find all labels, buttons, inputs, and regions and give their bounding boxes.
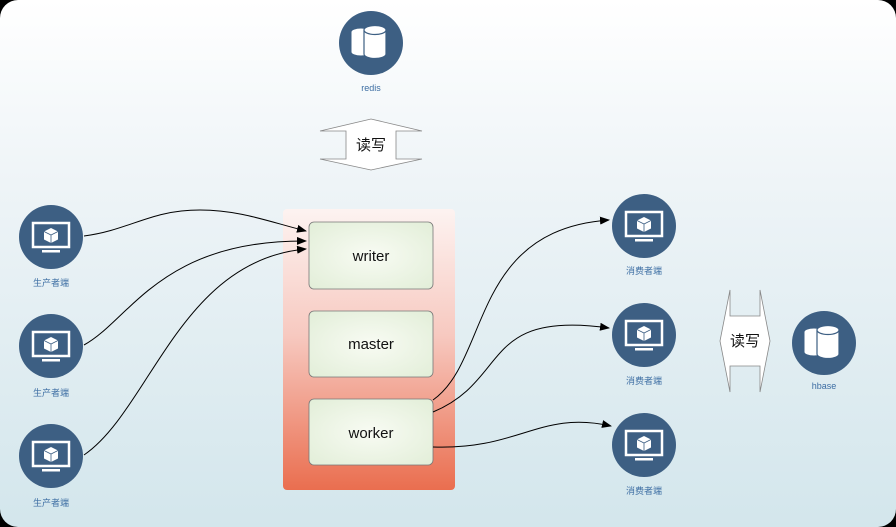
hbase-node: hbase bbox=[791, 310, 857, 391]
producer-node: 生产者端 bbox=[17, 203, 85, 288]
consumer-label: 消费者端 bbox=[626, 485, 662, 496]
diagram-canvas: redis 读写 writer master worker 生产者端 生产者端 … bbox=[17, 10, 857, 508]
producer-to-writer-arrow bbox=[83, 209, 307, 237]
consumer-node: 消费者端 bbox=[610, 411, 678, 496]
monitor-cube-icon bbox=[610, 301, 678, 369]
database-icon bbox=[338, 10, 404, 76]
consumer-node: 消费者端 bbox=[610, 301, 678, 386]
hbase-read-write-arrow: 读写 bbox=[719, 289, 771, 393]
consumer-label: 消费者端 bbox=[626, 375, 662, 386]
worker-label: worker bbox=[347, 425, 393, 442]
master-module: master bbox=[308, 310, 434, 378]
consumer-node: 消费者端 bbox=[610, 192, 678, 276]
producer-label: 生产者端 bbox=[33, 497, 69, 508]
producer-label: 生产者端 bbox=[33, 277, 69, 288]
worker-module: worker bbox=[308, 398, 434, 466]
producer-node: 生产者端 bbox=[17, 312, 85, 398]
producer-to-writer-arrow bbox=[83, 245, 307, 456]
monitor-cube-icon bbox=[17, 312, 85, 380]
master-label: master bbox=[348, 336, 394, 353]
consumer-label: 消费者端 bbox=[626, 265, 662, 276]
monitor-cube-icon bbox=[610, 411, 678, 479]
hbase-label: hbase bbox=[812, 381, 837, 391]
worker-to-consumer-arrow bbox=[432, 420, 612, 448]
hbase-read-write-label: 读写 bbox=[730, 333, 760, 350]
redis-node: redis bbox=[338, 10, 404, 93]
producer-to-writer-arrow bbox=[83, 236, 307, 346]
worker-to-consumer-arrow bbox=[432, 216, 610, 401]
database-icon bbox=[791, 310, 857, 376]
monitor-cube-icon bbox=[17, 203, 85, 271]
producer-label: 生产者端 bbox=[33, 387, 69, 398]
writer-label: writer bbox=[352, 248, 390, 265]
producer-node: 生产者端 bbox=[17, 422, 85, 508]
redis-read-write-label: 读写 bbox=[356, 137, 386, 154]
monitor-cube-icon bbox=[17, 422, 85, 490]
redis-label: redis bbox=[361, 83, 381, 93]
monitor-cube-icon bbox=[610, 192, 678, 260]
redis-read-write-arrow: 读写 bbox=[319, 118, 423, 171]
writer-module: writer bbox=[308, 221, 434, 290]
architecture-diagram: redis 读写 writer master worker 生产者端 生产者端 … bbox=[0, 0, 896, 527]
